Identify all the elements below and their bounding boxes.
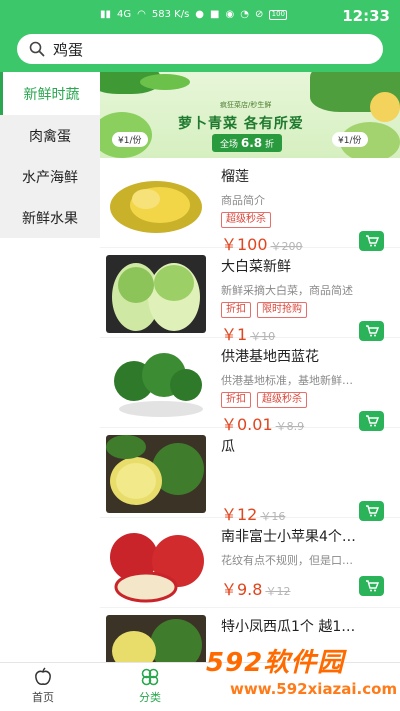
- banner-vegetable-image: [140, 74, 190, 90]
- cart-icon: [365, 505, 379, 517]
- add-to-cart-button[interactable]: [359, 576, 384, 596]
- banner-promo-prefix: 全场: [220, 140, 239, 150]
- eye-icon: ◉: [225, 9, 235, 20]
- search-value: 鸡蛋: [53, 40, 84, 59]
- notification-icon: ■: [210, 9, 220, 20]
- cart-icon: [365, 415, 379, 427]
- product-name: 瓜: [221, 439, 235, 455]
- product-item-cabbage[interactable]: 大白菜新鲜 新鲜采摘大白菜，商品简述 折扣 限时抢购 ￥1 ￥10: [100, 248, 400, 344]
- product-tags: 超级秒杀: [221, 212, 271, 228]
- product-tags: 折扣 限时抢购: [221, 302, 307, 318]
- product-list: 榴莲 商品简介 超级秒杀 ￥100 ￥200 大白菜新鲜 新鲜采摘大白菜，商品简述…: [100, 158, 400, 662]
- banner-right-price: ¥1/份: [332, 132, 368, 147]
- battery-icon: 100: [269, 10, 288, 20]
- search-icon: [29, 41, 45, 57]
- site-watermark: 592软件园 www.592xiazai.com: [200, 640, 400, 711]
- product-item-broccoli[interactable]: 供港基地西蓝花 供港基地标准，基地新鲜… 折扣 超级秒杀 ￥0.01 ￥8.9: [100, 338, 400, 434]
- product-desc: 新鲜采摘大白菜，商品简述: [221, 284, 353, 297]
- clock: 12:33: [342, 7, 390, 25]
- sidebar-item-seafood[interactable]: 水产海鲜: [0, 156, 100, 197]
- product-image-watermelon: [106, 615, 206, 662]
- cart-icon: [365, 580, 379, 592]
- product-image-apple: [106, 525, 206, 603]
- watermark-url: www.592xiazai.com: [230, 680, 398, 698]
- product-name: 榴莲: [221, 169, 249, 185]
- category-clover-icon: [141, 668, 159, 686]
- category-sidebar: 新鲜时蔬 肉禽蛋 水产海鲜 新鲜水果: [0, 72, 100, 662]
- product-desc: 供港基地标准，基地新鲜…: [221, 374, 353, 387]
- mute-icon: ⊘: [254, 9, 264, 20]
- tab-label: 首页: [32, 691, 54, 704]
- product-image-durian: [106, 165, 206, 243]
- original-price: ￥12: [265, 585, 291, 598]
- tag-badge: 限时抢购: [257, 302, 307, 318]
- banner-vegetable-image: [370, 92, 400, 122]
- tab-label: 分类: [139, 691, 161, 704]
- app-header: ▮▮ 4G ◠ 583 K/s ● ■ ◉ ◔ ⊘ 100 12:33 鸡蛋: [0, 0, 400, 72]
- sidebar-item-label: 新鲜时蔬: [23, 86, 80, 103]
- banner-subtitle: 疯狂菜店/秒生鲜: [220, 101, 272, 109]
- tag-badge: 超级秒杀: [221, 212, 271, 228]
- wifi-icon: ◠: [137, 9, 146, 20]
- product-item-melon[interactable]: 瓜 ￥12 ￥16: [100, 428, 400, 524]
- status-icons: ▮▮ 4G ◠ 583 K/s ● ■ ◉ ◔ ⊘ 100: [100, 9, 288, 21]
- home-apple-icon: [35, 667, 51, 685]
- tag-badge: 超级秒杀: [257, 392, 307, 408]
- product-price: ￥9.8 ￥12: [221, 576, 290, 600]
- product-item-durian[interactable]: 榴莲 商品简介 超级秒杀 ￥100 ￥200: [100, 158, 400, 254]
- tab-category[interactable]: 分类: [120, 667, 180, 705]
- status-bar: ▮▮ 4G ◠ 583 K/s ● ■ ◉ ◔ ⊘ 100 12:33: [0, 0, 400, 30]
- banner-left-price: ¥1/份: [112, 132, 148, 147]
- watermark-logo-text: 592软件园: [206, 648, 345, 678]
- banner-title: 萝卜青菜 各有所爱: [178, 116, 304, 132]
- product-desc: 商品简介: [221, 194, 265, 207]
- banner-promo-value: 6.8: [240, 136, 263, 150]
- product-item-apple[interactable]: 南非富士小苹果4个… 花纹有点不规则，但是口… ￥9.8 ￥12: [100, 518, 400, 608]
- sidebar-item-label: 肉禽蛋: [29, 128, 71, 145]
- product-desc: 花纹有点不规则，但是口…: [221, 554, 353, 567]
- tab-home[interactable]: 首页: [13, 667, 73, 705]
- banner-promo-suffix: 折: [265, 140, 275, 150]
- cart-icon: [365, 235, 379, 247]
- network-type: 4G: [117, 9, 132, 20]
- search-input[interactable]: 鸡蛋: [17, 34, 383, 64]
- network-speed: 583 K/s: [151, 9, 190, 20]
- cart-icon: [365, 325, 379, 337]
- wechat-icon: ●: [195, 9, 205, 20]
- product-name: 大白菜新鲜: [221, 259, 291, 275]
- sidebar-item-label: 新鲜水果: [22, 210, 78, 227]
- sidebar-item-label: 水产海鲜: [22, 169, 78, 186]
- product-name: 供港基地西蓝花: [221, 349, 319, 365]
- current-price: ￥9.8: [221, 580, 263, 599]
- tag-badge: 折扣: [221, 392, 251, 408]
- sidebar-item-fruit[interactable]: 新鲜水果: [0, 197, 100, 238]
- banner-discount: 全场 6.8 折: [212, 134, 283, 152]
- product-image-broccoli: [106, 345, 206, 423]
- product-name: 南非富士小苹果4个…: [221, 529, 356, 545]
- signal-icon: ▮▮: [100, 9, 112, 20]
- sidebar-item-meat-eggs[interactable]: 肉禽蛋: [0, 115, 100, 156]
- product-image-cabbage: [106, 255, 206, 333]
- sidebar-item-vegetables[interactable]: 新鲜时蔬: [0, 72, 100, 115]
- promo-banner[interactable]: ¥1/份 ¥1/份 疯狂菜店/秒生鲜 萝卜青菜 各有所爱 全场 6.8 折: [100, 72, 400, 158]
- tag-badge: 折扣: [221, 302, 251, 318]
- product-tags: 折扣 超级秒杀: [221, 392, 307, 408]
- product-image-melon: [106, 435, 206, 513]
- product-name: 特小凤西瓜1个 越1…: [221, 619, 356, 635]
- alarm-icon: ◔: [240, 9, 249, 20]
